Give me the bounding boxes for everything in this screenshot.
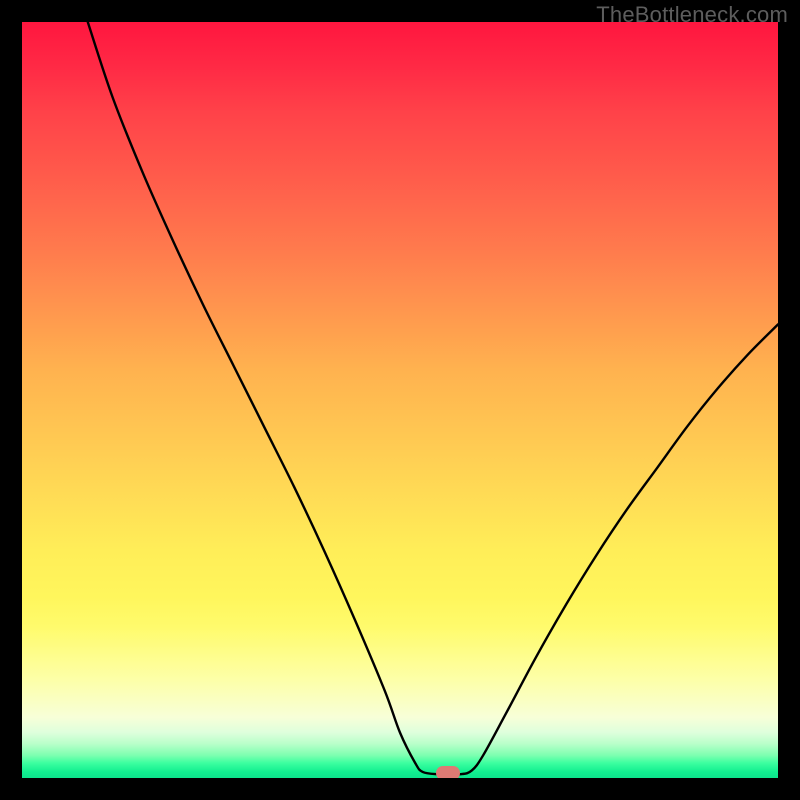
watermark-text: TheBottleneck.com bbox=[596, 2, 788, 28]
curve-svg bbox=[22, 22, 778, 778]
plot-area bbox=[22, 22, 778, 778]
optimal-point-marker bbox=[436, 766, 460, 778]
chart-frame: TheBottleneck.com bbox=[0, 0, 800, 800]
bottleneck-curve bbox=[88, 22, 778, 775]
